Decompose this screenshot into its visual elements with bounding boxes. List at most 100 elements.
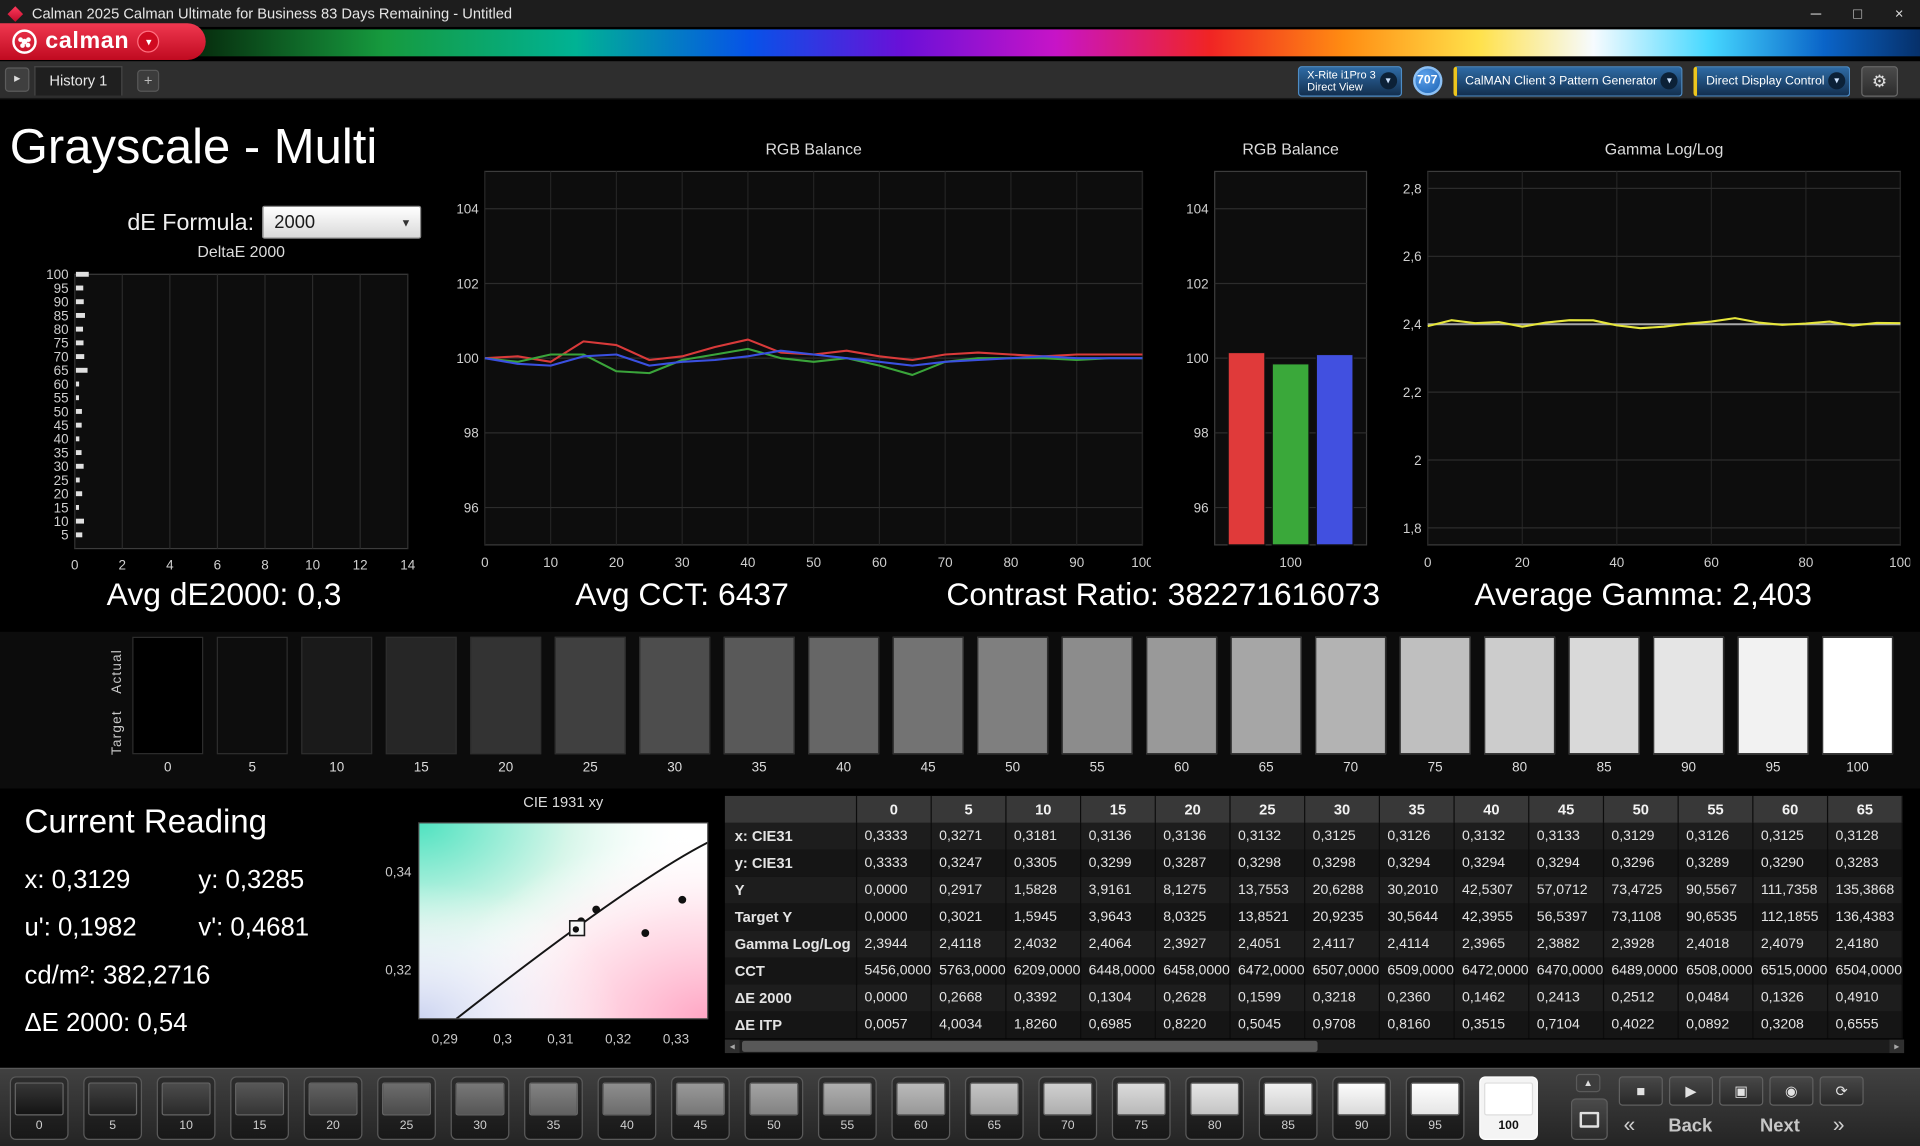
next-button[interactable]: Next — [1745, 1115, 1814, 1136]
pattern-generator-dropdown[interactable]: CalMAN Client 3 Pattern Generator ▾ — [1452, 65, 1683, 97]
swatch-label: 50 — [1005, 760, 1021, 776]
level-button-55[interactable]: 55 — [817, 1076, 877, 1140]
pattern-window-button[interactable] — [1571, 1098, 1608, 1140]
table-scrollbar[interactable]: ◂ ▸ — [724, 1039, 1905, 1054]
back-arrow-icon[interactable]: « — [1624, 1113, 1636, 1137]
scrollbar-track[interactable] — [739, 1039, 1890, 1054]
table-cell: 0,6555 — [1828, 1011, 1903, 1039]
level-button-label: 80 — [1207, 1119, 1222, 1133]
scroll-left-arrow[interactable]: ◂ — [724, 1039, 740, 1054]
table-row: Gamma Log/Log 2,3944 2,4118 2,4032 2,4064 2,3… — [724, 930, 1903, 958]
add-tab-button[interactable]: + — [137, 69, 160, 92]
svg-text:2,8: 2,8 — [1403, 181, 1422, 196]
table-row-label: ΔE ITP — [724, 1011, 858, 1039]
minimize-button[interactable]: ─ — [1795, 0, 1837, 27]
table-cell: 0,3021 — [931, 903, 1007, 931]
level-button-30[interactable]: 30 — [450, 1076, 510, 1140]
maximize-button[interactable]: □ — [1837, 0, 1879, 27]
logo-dropdown-arrow[interactable]: ▾ — [137, 30, 160, 53]
de-formula-select[interactable]: 2000 ▼ — [262, 205, 422, 239]
gray-swatch-30: 30 — [639, 636, 711, 775]
tab-bar: ▸ History 1 + X-Rite i1Pro 3 Direct View… — [0, 61, 1920, 100]
table-cell: 0,3294 — [1529, 849, 1605, 877]
collapse-up-button[interactable]: ▲ — [1575, 1073, 1601, 1093]
history-nav-icon[interactable]: ▸ — [4, 67, 30, 92]
level-button-90[interactable]: 90 — [1332, 1076, 1392, 1140]
table-cell: 0,4022 — [1604, 1011, 1679, 1039]
table-cell: 0,3296 — [1604, 849, 1679, 877]
level-button-50[interactable]: 50 — [744, 1076, 804, 1140]
gray-swatch-50: 50 — [977, 636, 1049, 776]
deltae-chart-title: DeltaE 2000 — [197, 242, 286, 261]
level-button-100[interactable]: 100 — [1479, 1076, 1538, 1140]
settings-gear-button[interactable]: ⚙ — [1861, 65, 1898, 97]
table-cell: 112,1855 — [1753, 903, 1829, 931]
actual-row-label: Actual — [110, 648, 125, 694]
tab-history-1[interactable]: History 1 — [34, 66, 123, 96]
spectrum-bar — [0, 29, 1920, 57]
level-button-70[interactable]: 70 — [1038, 1076, 1098, 1140]
back-button[interactable]: Back — [1654, 1115, 1727, 1136]
gray-swatch-25: 25 — [554, 636, 626, 775]
deltae-plot: 0 2 4 6 8 10 12 1410095908580757065605550454035… — [46, 267, 416, 572]
table-cell: 0,1326 — [1753, 984, 1829, 1012]
close-button[interactable]: × — [1878, 0, 1920, 27]
preview-eye-button[interactable]: ◉ — [1769, 1076, 1814, 1106]
level-button-label: 85 — [1281, 1119, 1295, 1133]
table-cell: 0,3290 — [1753, 849, 1829, 877]
level-button-35[interactable]: 35 — [524, 1076, 583, 1140]
meter-dropdown[interactable]: X-Rite i1Pro 3 Direct View ▾ — [1297, 65, 1402, 97]
table-cell: 0,4910 — [1828, 984, 1903, 1012]
table-cell: 0,0000 — [857, 984, 932, 1012]
stop-button[interactable]: ■ — [1618, 1076, 1663, 1106]
level-button-95[interactable]: 95 — [1405, 1076, 1465, 1140]
save-button[interactable]: ▣ — [1719, 1076, 1764, 1106]
scrollbar-thumb[interactable] — [742, 1040, 1318, 1052]
svg-text:100: 100 — [1889, 555, 1910, 570]
app-window: Calman 2025 Calman Ultimate for Business… — [0, 0, 1920, 1146]
table-cell: 30,5644 — [1380, 903, 1455, 931]
table-column-header: 65 — [1828, 795, 1903, 823]
calman-logo-menu[interactable]: calman ▾ — [0, 23, 206, 61]
table-cell: 0,3181 — [1006, 822, 1082, 850]
display-control-dropdown[interactable]: Direct Display Control ▾ — [1693, 65, 1851, 97]
gray-swatch-100: 100 — [1822, 636, 1894, 775]
gamma-plot: 0 20 40 60 80 100 2,8 2,6 2,4 2,2 2 1,8 — [1403, 170, 1910, 570]
level-button-20[interactable]: 20 — [303, 1076, 363, 1140]
level-button-10[interactable]: 10 — [156, 1076, 216, 1140]
meter-status-badge[interactable]: 707 — [1412, 66, 1442, 96]
window-icon — [1579, 1111, 1600, 1128]
level-button-25[interactable]: 25 — [377, 1076, 436, 1140]
gray-swatch-60: 60 — [1146, 636, 1218, 775]
level-button-40[interactable]: 40 — [597, 1076, 657, 1140]
de-formula-label: dE Formula: — [127, 210, 255, 237]
refresh-button[interactable]: ⟳ — [1819, 1076, 1864, 1106]
level-button-80[interactable]: 80 — [1185, 1076, 1245, 1140]
level-button-5[interactable]: 5 — [83, 1076, 143, 1140]
svg-text:102: 102 — [456, 276, 478, 291]
table-cell: 5763,0000 — [931, 957, 1007, 985]
level-button-85[interactable]: 85 — [1258, 1076, 1318, 1140]
table-row-label: Target Y — [724, 903, 858, 931]
svg-text:70: 70 — [938, 555, 953, 570]
level-button-75[interactable]: 75 — [1111, 1076, 1171, 1140]
level-button-0[interactable]: 0 — [9, 1076, 69, 1140]
page-title: Grayscale - Multi — [9, 120, 378, 174]
level-button-15[interactable]: 15 — [230, 1076, 289, 1140]
gray-swatch-15: 15 — [385, 636, 457, 775]
next-arrow-icon[interactable]: » — [1833, 1113, 1845, 1137]
level-button-60[interactable]: 60 — [891, 1076, 951, 1140]
swatch-label: 10 — [329, 760, 345, 776]
play-button[interactable]: ▶ — [1668, 1076, 1714, 1106]
svg-text:10: 10 — [305, 557, 320, 572]
svg-text:2,6: 2,6 — [1403, 249, 1422, 264]
svg-text:5: 5 — [61, 528, 68, 543]
level-button-65[interactable]: 65 — [964, 1076, 1024, 1140]
table-cell: 42,3955 — [1454, 903, 1530, 931]
level-button-label: 55 — [840, 1119, 855, 1133]
level-button-45[interactable]: 45 — [671, 1076, 730, 1140]
table-column-header: 35 — [1380, 795, 1455, 823]
scroll-right-arrow[interactable]: ▸ — [1889, 1039, 1905, 1054]
svg-text:0,32: 0,32 — [385, 963, 411, 978]
table-column-header: 60 — [1753, 795, 1829, 823]
